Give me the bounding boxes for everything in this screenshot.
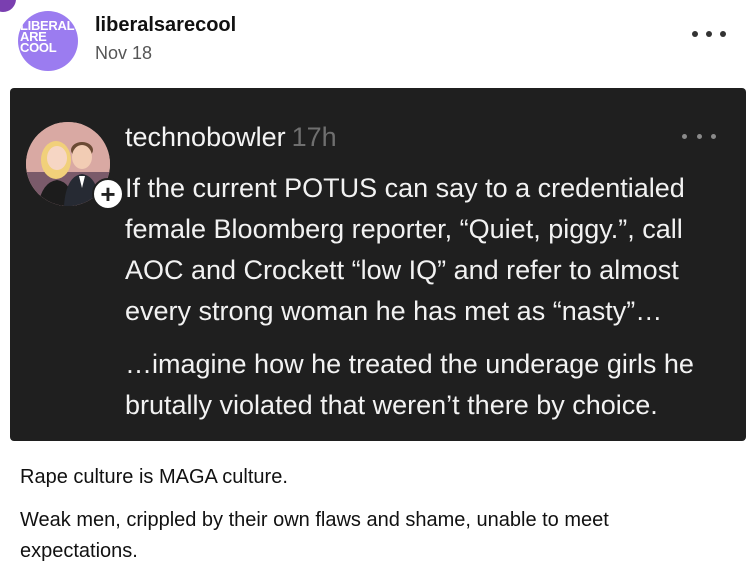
avatar-logo: LIBERALS ARE COOL bbox=[20, 18, 78, 55]
author-name[interactable]: liberalsarecool bbox=[95, 14, 236, 37]
post-caption: Rape culture is MAGA culture. Weak men, … bbox=[20, 462, 720, 579]
embed-paragraph: …imagine how he treated the underage gir… bbox=[125, 349, 694, 420]
embed-author-name[interactable]: technobowler bbox=[125, 122, 286, 152]
corner-avatar-fragment bbox=[0, 0, 16, 12]
caption-paragraph: Weak men, crippled by their own flaws an… bbox=[20, 509, 609, 562]
follow-plus-icon[interactable]: + bbox=[92, 178, 124, 210]
embed-ellipsis-icon[interactable] bbox=[682, 128, 716, 144]
embedded-post[interactable]: + technobowler 17h If the current POTUS c… bbox=[10, 88, 746, 441]
author-avatar[interactable]: LIBERALS ARE COOL bbox=[18, 11, 78, 71]
embed-author-line: technobowler 17h bbox=[125, 122, 337, 153]
ellipsis-icon[interactable] bbox=[692, 24, 726, 44]
embed-timestamp: 17h bbox=[291, 122, 337, 152]
embed-paragraph: If the current POTUS can say to a creden… bbox=[125, 173, 685, 326]
embed-body: If the current POTUS can say to a creden… bbox=[125, 168, 725, 438]
post-date[interactable]: Nov 18 bbox=[95, 43, 152, 64]
caption-paragraph: Rape culture is MAGA culture. bbox=[20, 466, 288, 488]
post-card: LIBERALS ARE COOL liberalsarecool Nov 18… bbox=[0, 0, 754, 583]
post-header: LIBERALS ARE COOL liberalsarecool Nov 18 bbox=[18, 10, 738, 71]
